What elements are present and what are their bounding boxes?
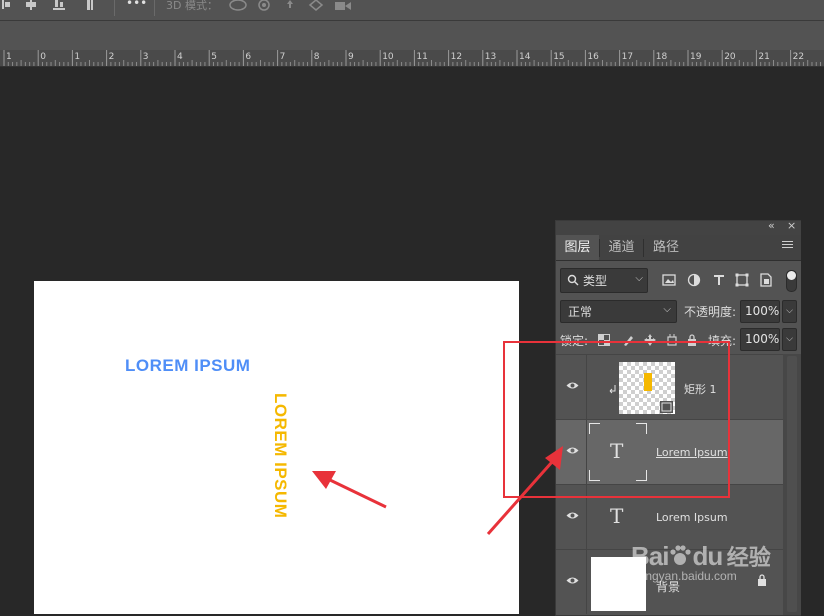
annotation-arrows <box>312 446 563 535</box>
arrow-to-layer <box>486 446 563 535</box>
watermark-brand: Bai <box>631 541 669 571</box>
paw-icon <box>670 545 692 565</box>
watermark-suffix: 经验 <box>726 545 771 570</box>
watermark-brand-tail: du <box>692 541 723 571</box>
arrow-to-text <box>312 471 387 509</box>
watermark-url: jingyan.baidu.com <box>640 569 737 583</box>
watermark-logo: Bai du 经验 jingyan.baidu.com <box>631 540 771 583</box>
